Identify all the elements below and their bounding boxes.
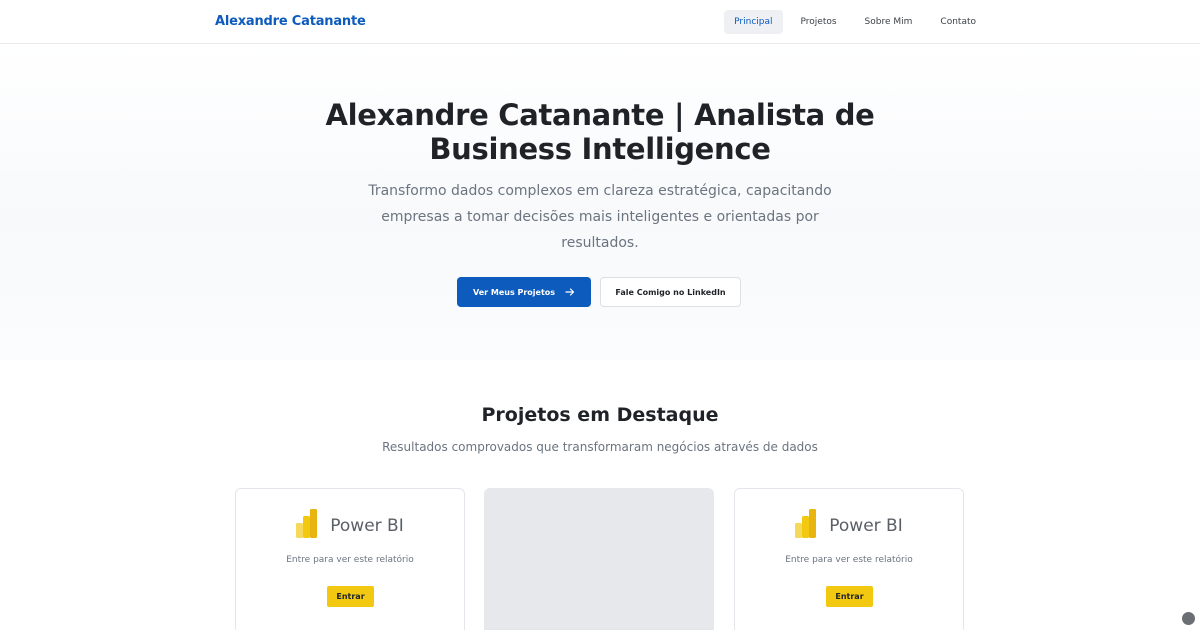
projects-section-title: Projetos em Destaque [481,404,719,426]
powerbi-signin-button[interactable]: Entrar [826,586,873,607]
powerbi-product-name: Power BI [330,516,404,536]
nav-link-principal[interactable]: Principal [724,10,783,34]
powerbi-signin-message: Entre para ver este relatório [286,555,414,565]
nav-links: Principal Projetos Sobre Mim Contato [716,10,986,34]
view-projects-button[interactable]: Ver Meus Projetos [457,277,591,307]
project-card-2-placeholder [484,488,714,630]
arrow-right-icon [565,287,575,297]
hero-title-line-2: Business Intelligence [429,132,771,166]
powerbi-signin-message: Entre para ver este relatório [785,555,913,565]
hero-section: Alexandre Catanante | Analista de Busine… [0,44,1200,360]
nav-link-projetos[interactable]: Projetos [791,10,847,34]
hero-title: Alexandre Catanante | Analista de Busine… [300,98,900,166]
nav-link-sobre-mim[interactable]: Sobre Mim [855,10,923,34]
powerbi-signin-button[interactable]: Entrar [327,586,374,607]
powerbi-logo-icon [795,509,817,543]
projects-section-subtitle: Resultados comprovados que transformaram… [382,440,818,454]
project-card-1[interactable]: Power BI Entre para ver este relatório E… [235,488,465,630]
powerbi-product-name: Power BI [829,516,903,536]
hero-title-line-1: Alexandre Catanante | Analista de [325,98,875,132]
navbar: Alexandre Catanante Principal Projetos S… [0,0,1200,44]
nav-link-contato[interactable]: Contato [930,10,986,34]
floating-action-dot[interactable] [1182,612,1195,625]
brand-logo-text[interactable]: Alexandre Catanante [215,14,366,29]
view-projects-label: Ver Meus Projetos [472,287,556,297]
project-card-3[interactable]: Power BI Entre para ver este relatório E… [734,488,964,630]
powerbi-header: Power BI [735,509,963,543]
powerbi-logo-icon [296,509,318,543]
powerbi-header: Power BI [236,509,464,543]
hero-subtitle: Transformo dados complexos em clareza es… [368,183,832,251]
linkedin-contact-button[interactable]: Fale Comigo no LinkedIn [600,277,741,307]
